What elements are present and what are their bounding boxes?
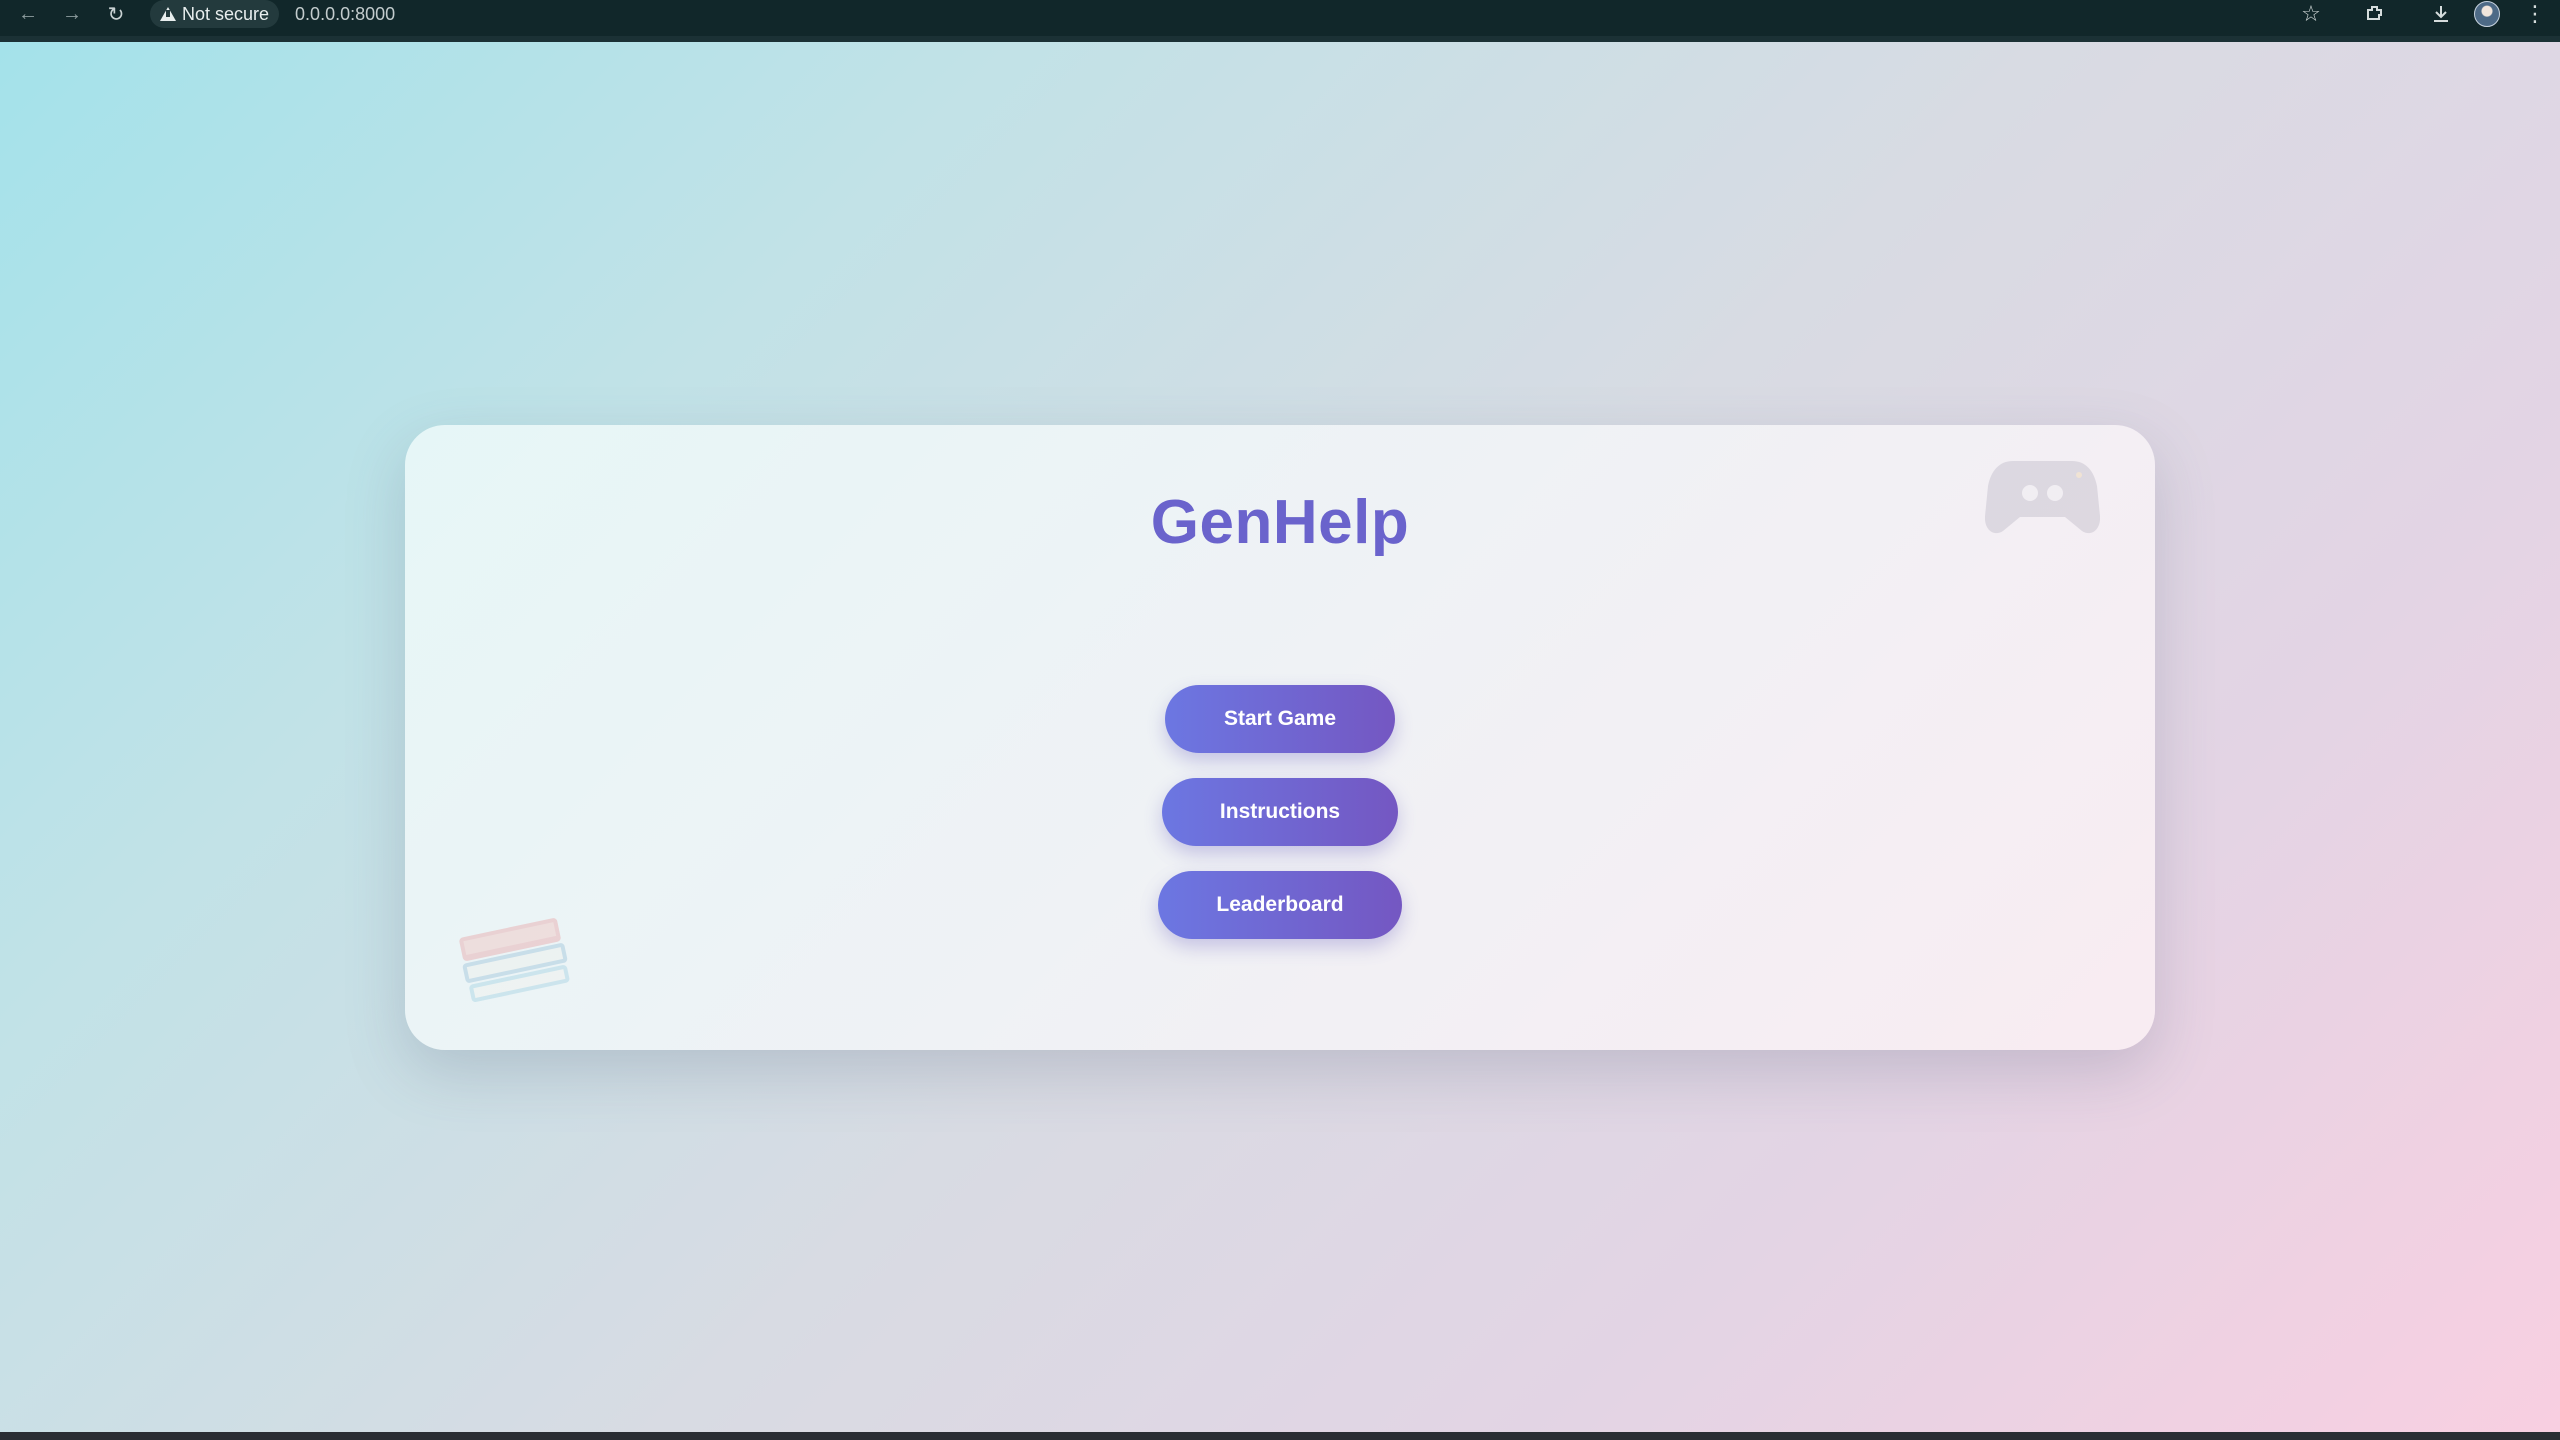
extensions-icon-graphic	[2367, 6, 2382, 20]
browser-toolbar: ← → ↻ Not secure 0.0.0.0:8000 ☆ ⋮	[0, 0, 2560, 42]
download-icon-graphic	[2434, 6, 2448, 22]
url-text[interactable]: 0.0.0.0:8000	[295, 4, 395, 25]
back-arrow-icon[interactable]: ←	[10, 0, 46, 28]
books-icon	[459, 918, 570, 1002]
forward-arrow-icon[interactable]: →	[54, 0, 90, 28]
leaderboard-button[interactable]: Leaderboard	[1158, 871, 1402, 939]
app-title: GenHelp	[1150, 488, 1410, 557]
security-label: Not secure	[182, 3, 270, 24]
page-viewport: GenHelp Start Game Instructions Leaderbo…	[0, 42, 2560, 1432]
address-bar[interactable]: Not secure 0.0.0.0:8000	[150, 0, 2310, 28]
kebab-menu-icon[interactable]: ⋮	[2518, 0, 2552, 28]
start-game-button[interactable]: Start Game	[1165, 685, 1395, 753]
avatar-icon[interactable]	[2470, 0, 2504, 28]
star-icon[interactable]: ☆	[2294, 0, 2328, 28]
extensions-icon[interactable]	[2358, 0, 2392, 28]
security-indicator[interactable]: Not secure	[150, 0, 280, 28]
avatar-image	[2474, 1, 2500, 27]
reload-icon[interactable]: ↻	[98, 0, 134, 28]
warning-triangle-icon	[160, 7, 176, 21]
os-taskbar	[0, 1432, 2560, 1440]
instructions-button[interactable]: Instructions	[1162, 778, 1398, 846]
main-menu-card: GenHelp Start Game Instructions Leaderbo…	[405, 425, 2155, 1050]
download-icon[interactable]	[2424, 0, 2458, 28]
